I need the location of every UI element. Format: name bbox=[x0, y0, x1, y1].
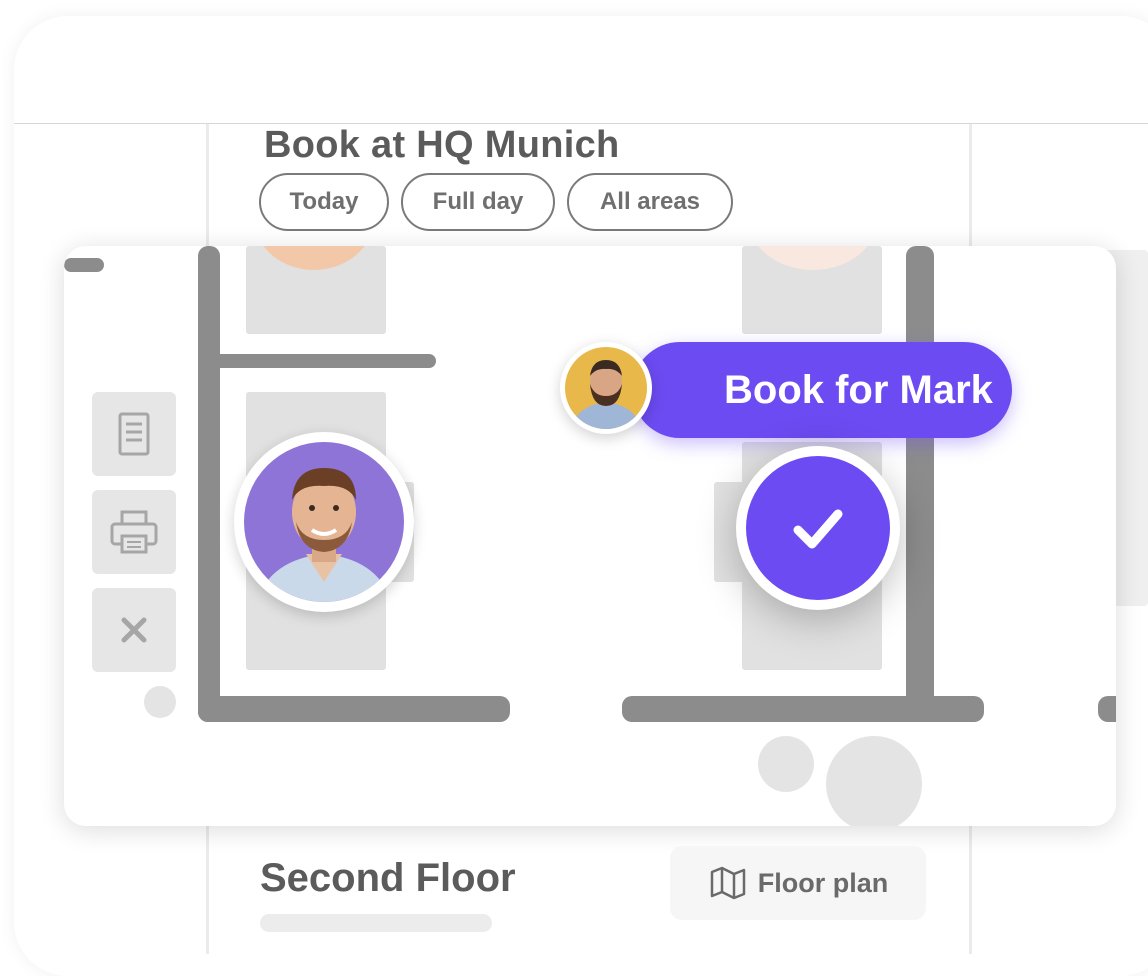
map-icon bbox=[710, 866, 745, 900]
filter-today-chip[interactable]: Today bbox=[259, 173, 389, 231]
map-wall bbox=[64, 258, 104, 272]
map-marker bbox=[144, 686, 176, 718]
booked-confirmation[interactable] bbox=[736, 446, 900, 610]
floor-plan-button[interactable]: Floor plan bbox=[670, 846, 926, 920]
avatar[interactable] bbox=[234, 432, 414, 612]
map-wall bbox=[906, 246, 934, 716]
floor-map-card: Book for Mark bbox=[64, 246, 1116, 826]
check-icon bbox=[746, 456, 890, 600]
map-wall bbox=[1098, 696, 1116, 722]
floor-subtitle-placeholder bbox=[260, 914, 492, 932]
map-wall bbox=[198, 696, 510, 722]
floor-name: Second Floor bbox=[260, 856, 516, 900]
map-wall bbox=[214, 354, 436, 368]
map-marker bbox=[758, 736, 814, 792]
person-avatar-icon bbox=[565, 347, 647, 429]
person-avatar-icon bbox=[244, 442, 404, 602]
map-marker bbox=[826, 736, 922, 826]
page-title: Book at HQ Munich bbox=[264, 124, 620, 166]
book-for-mark-button[interactable]: Book for Mark bbox=[632, 342, 1012, 438]
map-wall bbox=[198, 246, 220, 722]
floor-plan-label: Floor plan bbox=[757, 867, 889, 898]
filter-full-day-chip[interactable]: Full day bbox=[401, 173, 555, 231]
document-icon[interactable] bbox=[92, 392, 176, 476]
mark-avatar bbox=[560, 342, 652, 434]
filter-all-areas-chip[interactable]: All areas bbox=[567, 173, 733, 231]
close-icon[interactable] bbox=[92, 588, 176, 672]
printer-icon[interactable] bbox=[92, 490, 176, 574]
